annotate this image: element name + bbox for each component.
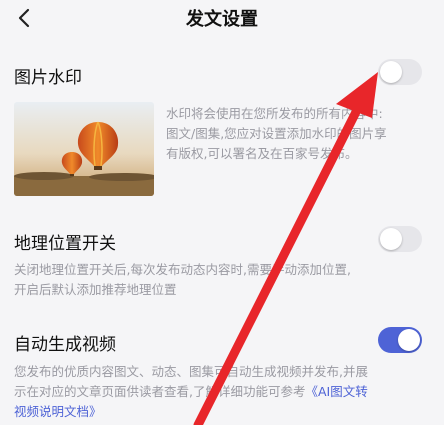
ai-doc-link-cont[interactable]: 视频说明文档》 [14, 404, 102, 419]
desc-line: 水印将会使用在您所发布的所有内容中: [166, 106, 383, 121]
watermark-toggle[interactable] [378, 59, 422, 85]
top-bar: 发文设置 [0, 0, 444, 40]
location-title: 地理位置开关 [14, 234, 116, 254]
desc-line: 有版权,可以署名及在百家号发布。 [166, 146, 358, 161]
toggle-knob [380, 61, 402, 83]
desc-line: 视频说明文档》 [14, 402, 368, 422]
desc-line: 开启后默认添加推荐地理位置 [14, 282, 177, 297]
desc-line: 关闭地理位置开关后,每次发布动态内容时,需要手动添加位置, [14, 262, 351, 277]
location-toggle[interactable] [378, 226, 422, 252]
watermark-preview-image [14, 102, 154, 196]
page-title: 发文设置 [186, 9, 258, 30]
desc-line: 您发布的优质内容图文、动态、图集可自动生成视频并发布,并展 [14, 364, 368, 379]
location-description: 关闭地理位置开关后,每次发布动态内容时,需要手动添加位置, 开启后默认添加推荐地… [14, 260, 351, 300]
desc-line: 图文/图集,您应对设置添加水印的图片享 [166, 126, 387, 141]
video-description: 您发布的优质内容图文、动态、图集可自动生成视频并发布,并展 示在对应的文章页面供… [14, 362, 368, 422]
toggle-knob [380, 228, 402, 250]
ai-doc-link[interactable]: 《AI图文转 [305, 384, 367, 399]
desc-line: 示在对应的文章页面供读者查看,了解详细功能可参考《AI图文转 [14, 384, 368, 399]
video-toggle[interactable] [378, 327, 422, 353]
watermark-description: 水印将会使用在您所发布的所有内容中: 图文/图集,您应对设置添加水印的图片享 有… [166, 104, 387, 164]
video-title: 自动生成视频 [14, 335, 116, 355]
watermark-title: 图片水印 [14, 68, 82, 88]
toggle-knob [398, 329, 420, 351]
